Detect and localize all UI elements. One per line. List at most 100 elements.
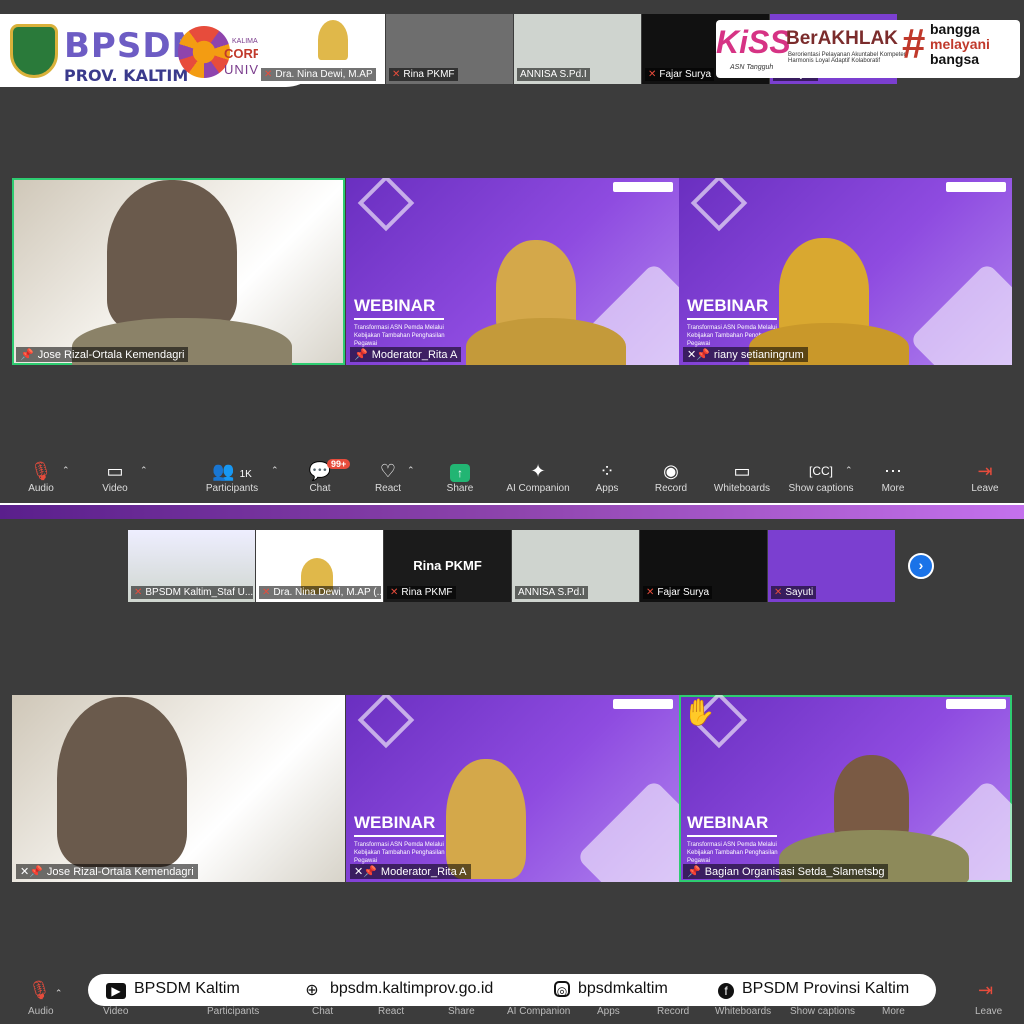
leave-icon: ⇥ [977, 461, 993, 481]
participant-figure [107, 180, 237, 330]
thumbnail[interactable]: ✕ Fajar Surya [640, 530, 767, 602]
audio-label[interactable]: Audio [28, 1006, 54, 1017]
chat-button[interactable]: 💬 99+ Chat [285, 459, 355, 494]
apps-button[interactable]: ⁘ Apps [572, 459, 642, 494]
logo-strip [613, 182, 673, 192]
thumbnail[interactable]: ANNISA S.Pd.I [514, 14, 641, 84]
social-links-bar: ▶ BPSDM Kaltim ⊕ bpsdm.kaltimprov.go.id ◎ b… [88, 974, 936, 1006]
facebook-icon: f [718, 983, 734, 999]
participant-figure [57, 697, 187, 867]
next-page-button[interactable]: › [908, 553, 934, 579]
webinar-title: WEBINAR [354, 813, 436, 832]
tile-name: Moderator_Rita A [380, 866, 467, 878]
record-icon: ◉ [663, 461, 679, 481]
sparkle-icon: ✦ [530, 461, 546, 481]
pin-icon: 📌 [687, 866, 701, 878]
youtube-icon: ▶ [106, 983, 126, 999]
audio-caret-icon[interactable]: ⌃ [62, 465, 70, 476]
tile-name: riany setianingrum [713, 349, 804, 361]
leave-footer-icon[interactable]: ⇥ [978, 980, 993, 1001]
thumbnail[interactable]: ✕Sayuti [768, 530, 895, 602]
webinar-subtitle: Transformasi ASN Pemda Melalui Kebijakan… [354, 325, 445, 347]
participants-button[interactable]: 👥 1K Participants [197, 459, 267, 494]
thumbnail[interactable]: ✕ Dra. Nina Dewi, M.AP (... [256, 530, 383, 602]
pin-icon: 📌 [354, 349, 368, 361]
thumbnail[interactable]: ✕ Dra. Nina Dewi, M.AP [258, 14, 385, 84]
video-caret-icon[interactable]: ⌃ [140, 465, 148, 476]
apps-label[interactable]: Apps [597, 1006, 620, 1017]
pin-icon: 📌 [20, 349, 34, 361]
participants-count: 1K [239, 469, 252, 480]
apps-icon: ⁘ [599, 461, 615, 481]
whiteboards-label[interactable]: Whiteboards [715, 1006, 771, 1017]
thumbnail[interactable]: ✕ BPSDM Kaltim_Staf U... [128, 530, 255, 602]
thumbnail[interactable]: ✕ Rina PKMF [386, 14, 513, 84]
audio-muted-footer-icon[interactable]: 🎙 ⌃ [28, 980, 62, 1001]
pin-icon: 📌 [29, 866, 43, 878]
thumb-name: BPSDM Kaltim_Staf U... [145, 587, 253, 598]
raised-hand-icon: ✋ [683, 697, 716, 727]
thumb-name: Dra. Nina Dewi, M.AP [275, 69, 373, 80]
more-button[interactable]: ⋯ More [858, 459, 928, 494]
more-label[interactable]: More [882, 1006, 905, 1017]
video-tile[interactable]: WEBINAR Transformasi ASN Pemda Melalui K… [679, 178, 1012, 365]
kiss-logo: KiSS [716, 24, 791, 60]
youtube-link[interactable]: ▶ BPSDM Kaltim [106, 980, 240, 999]
captions-label[interactable]: Show captions [790, 1006, 855, 1017]
website-link[interactable]: ⊕ bpsdm.kaltimprov.go.id [302, 980, 493, 999]
video-label[interactable]: Video [103, 1006, 128, 1017]
leave-label[interactable]: Leave [975, 1006, 1002, 1017]
record-button[interactable]: ◉ Record [636, 459, 706, 494]
captions-caret-icon[interactable]: ⌃ [845, 465, 853, 476]
video-tile[interactable]: 📌 Jose Rizal-Ortala Kemendagri [12, 178, 345, 365]
chat-label[interactable]: Chat [312, 1006, 333, 1017]
meeting-toolbar: 🎙 Audio ⌃ ▭ Video ⌃ 👥 1K Participants ⌃ … [0, 459, 1024, 503]
mic-off-icon: ✕ [354, 866, 364, 878]
thumb-name: ANNISA S.Pd.I [515, 586, 588, 599]
share-button[interactable]: ↑ Share [425, 459, 495, 494]
chevron-right-icon: › [918, 557, 924, 573]
webinar-subtitle: Transformasi ASN Pemda Melalui Kebijakan… [354, 842, 445, 864]
tile-name: Jose Rizal-Ortala Kemendagri [46, 866, 194, 878]
pin-icon: 📌 [696, 349, 710, 361]
ai-label[interactable]: AI Companion [507, 1006, 570, 1017]
mic-off-icon: ✕ [392, 69, 401, 80]
video-tile[interactable]: WEBINAR Transformasi ASN Pemda Melalui K… [346, 178, 679, 365]
ai-companion-button[interactable]: ✦ AI Companion [502, 459, 574, 494]
more-dots-icon: ⋯ [884, 461, 902, 481]
thumbnail[interactable]: ANNISA S.Pd.I [512, 530, 639, 602]
mic-off-icon: ✕ [20, 866, 30, 878]
react-caret-icon[interactable]: ⌃ [407, 465, 415, 476]
video-tile[interactable]: ✕📌 Jose Rizal-Ortala Kemendagri [12, 695, 345, 882]
video-tile[interactable]: WEBINAR Transformasi ASN Pemda Melalui K… [346, 695, 679, 882]
whiteboards-button[interactable]: ▭ Whiteboards [707, 459, 777, 494]
instagram-link[interactable]: ◎ bpsdmkaltim [554, 980, 668, 998]
webinar-title: WEBINAR [687, 813, 769, 832]
share-label[interactable]: Share [448, 1006, 475, 1017]
whiteboard-icon: ▭ [733, 461, 751, 481]
mic-off-icon: ✕ [648, 69, 657, 80]
react-label[interactable]: React [378, 1006, 404, 1017]
thumbnail-strip: ✕ BPSDM Kaltim_Staf U... ✕ Dra. Nina Dewi,… [128, 530, 898, 602]
chat-badge: 99+ [327, 459, 351, 469]
rina-avatar-name: Rina PKMF [413, 558, 482, 573]
facebook-link[interactable]: f BPSDM Provinsi Kaltim [718, 980, 909, 999]
instagram-icon: ◎ [554, 981, 570, 998]
video-tile[interactable]: ✋ WEBINAR Transformasi ASN Pemda Melalui… [679, 695, 1012, 882]
globe-icon: ⊕ [305, 982, 319, 999]
logo-strip [946, 699, 1006, 709]
thumb-name: ANNISA S.Pd.I [517, 68, 590, 81]
participant-figure [446, 759, 526, 879]
participants-label[interactable]: Participants [207, 1006, 259, 1017]
mic-off-icon: ✕ [262, 587, 271, 598]
record-label[interactable]: Record [657, 1006, 689, 1017]
pin-icon: 📌 [363, 866, 377, 878]
mic-off-icon: ✕ [687, 349, 697, 361]
tile-name: Moderator_Rita A [371, 349, 458, 361]
leave-button[interactable]: ⇥ Leave [950, 459, 1020, 494]
participants-caret-icon[interactable]: ⌃ [271, 465, 279, 476]
thumb-name: Sayuti [785, 587, 814, 598]
logo-strip [946, 182, 1006, 192]
thumb-name: Fajar Surya [657, 587, 710, 598]
thumbnail[interactable]: Rina PKMF ✕ Rina PKMF [384, 530, 511, 602]
